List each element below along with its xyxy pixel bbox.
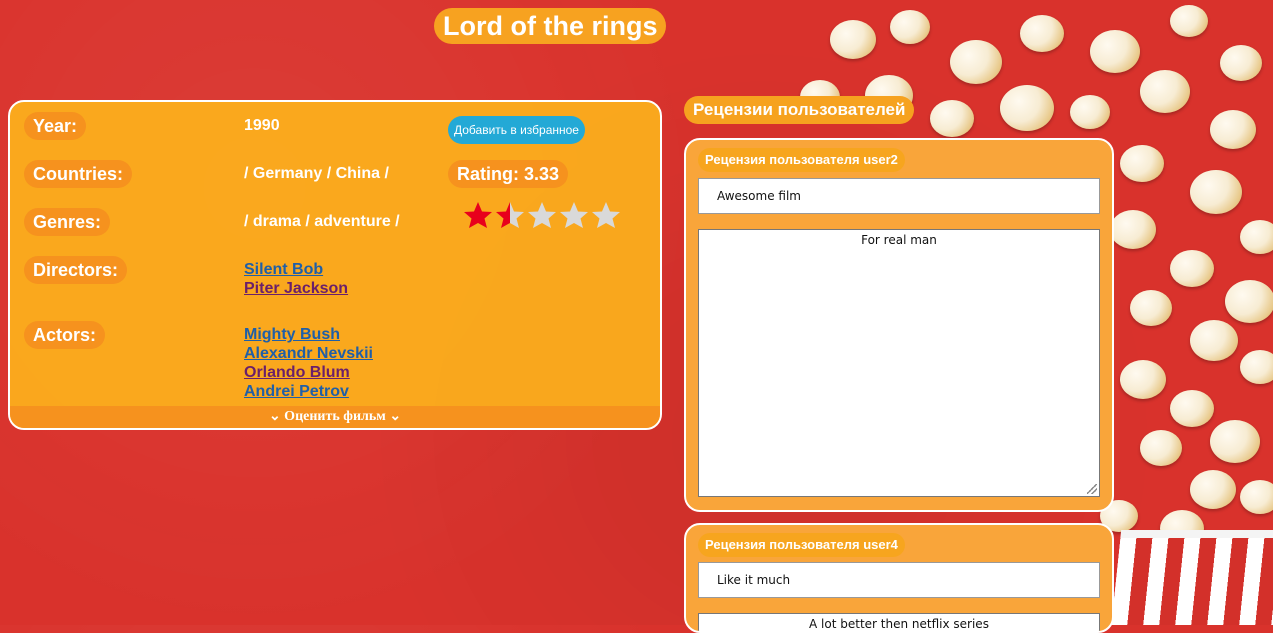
popcorn-bucket [1108, 530, 1273, 625]
rate-movie-toggle[interactable]: ⌄ Оценить фильм ⌄ [10, 406, 660, 428]
popcorn-kernel [1190, 470, 1236, 509]
directors-label: Directors: [24, 256, 128, 284]
popcorn-kernel [1240, 220, 1273, 254]
star-icon[interactable] [494, 200, 526, 230]
popcorn-kernel [1120, 360, 1166, 399]
popcorn-kernel [1070, 95, 1110, 129]
countries-label: Countries: [24, 160, 132, 188]
popcorn-kernel [1170, 250, 1214, 287]
popcorn-kernel [1220, 45, 1262, 81]
popcorn-kernel [890, 10, 930, 44]
review-author-header: Рецензия пользователя user2 [698, 148, 905, 172]
countries-value: / Germany / China / [244, 165, 389, 182]
popcorn-kernel [1240, 480, 1273, 514]
popcorn-kernel [930, 100, 974, 137]
director-link[interactable]: Piter Jackson [244, 279, 348, 298]
popcorn-kernel [1140, 430, 1182, 466]
popcorn-kernel [1210, 420, 1260, 463]
popcorn-kernel [1190, 170, 1242, 214]
popcorn-kernel [1090, 30, 1140, 73]
actor-link[interactable]: Alexandr Nevskii [244, 344, 373, 363]
popcorn-kernel [1140, 70, 1190, 113]
review-body-text: A lot better then netflix series [809, 617, 989, 631]
genres-value: / drama / adventure / [244, 213, 400, 230]
year-label: Year: [24, 112, 87, 140]
star-icon[interactable] [462, 200, 494, 230]
rating-stars[interactable] [462, 200, 622, 232]
page-title: Lord of the rings [434, 8, 667, 44]
reviews-section-title: Рецензии пользователей [684, 96, 915, 124]
rating-label: Rating: 3.33 [448, 160, 569, 188]
popcorn-kernel [1020, 15, 1064, 52]
genres-label: Genres: [24, 208, 111, 236]
review-body-text: For real man [861, 233, 937, 247]
popcorn-kernel [950, 40, 1002, 84]
resize-handle-icon[interactable] [1087, 484, 1097, 494]
star-icon[interactable] [590, 200, 622, 230]
popcorn-kernel [1170, 390, 1214, 427]
actor-link[interactable]: Orlando Blum [244, 363, 373, 382]
review-headline-field[interactable]: Like it much [698, 562, 1100, 598]
actors-label: Actors: [24, 321, 106, 349]
popcorn-kernel [1130, 290, 1172, 326]
actor-link[interactable]: Andrei Petrov [244, 382, 373, 401]
review-author-header: Рецензия пользователя user4 [698, 533, 905, 557]
popcorn-kernel [1110, 210, 1156, 249]
director-link[interactable]: Silent Bob [244, 260, 348, 279]
directors-list: Silent Bob Piter Jackson [244, 260, 348, 298]
actor-link[interactable]: Mighty Bush [244, 325, 373, 344]
popcorn-kernel [1170, 5, 1208, 37]
movie-info-panel: Year: 1990 Добавить в избранное Countrie… [8, 100, 662, 430]
review-headline-field[interactable]: Awesome film [698, 178, 1100, 214]
popcorn-kernel [1210, 110, 1256, 149]
review-card: Рецензия пользователя user4 Like it much… [684, 523, 1114, 633]
star-icon[interactable] [558, 200, 590, 230]
review-card: Рецензия пользователя user2 Awesome film… [684, 138, 1114, 512]
review-body-textarea[interactable]: A lot better then netflix series [698, 613, 1100, 631]
popcorn-kernel [1120, 145, 1164, 182]
popcorn-kernel [1190, 320, 1238, 361]
actors-list: Mighty Bush Alexandr Nevskii Orlando Blu… [244, 325, 373, 401]
year-value: 1990 [244, 117, 280, 134]
star-icon[interactable] [526, 200, 558, 230]
add-to-favorites-button[interactable]: Добавить в избранное [448, 116, 585, 144]
review-body-textarea[interactable]: For real man [698, 229, 1100, 497]
popcorn-kernel [830, 20, 876, 59]
popcorn-kernel [1000, 85, 1054, 131]
popcorn-kernel [1240, 350, 1273, 384]
popcorn-kernel [1225, 280, 1273, 323]
